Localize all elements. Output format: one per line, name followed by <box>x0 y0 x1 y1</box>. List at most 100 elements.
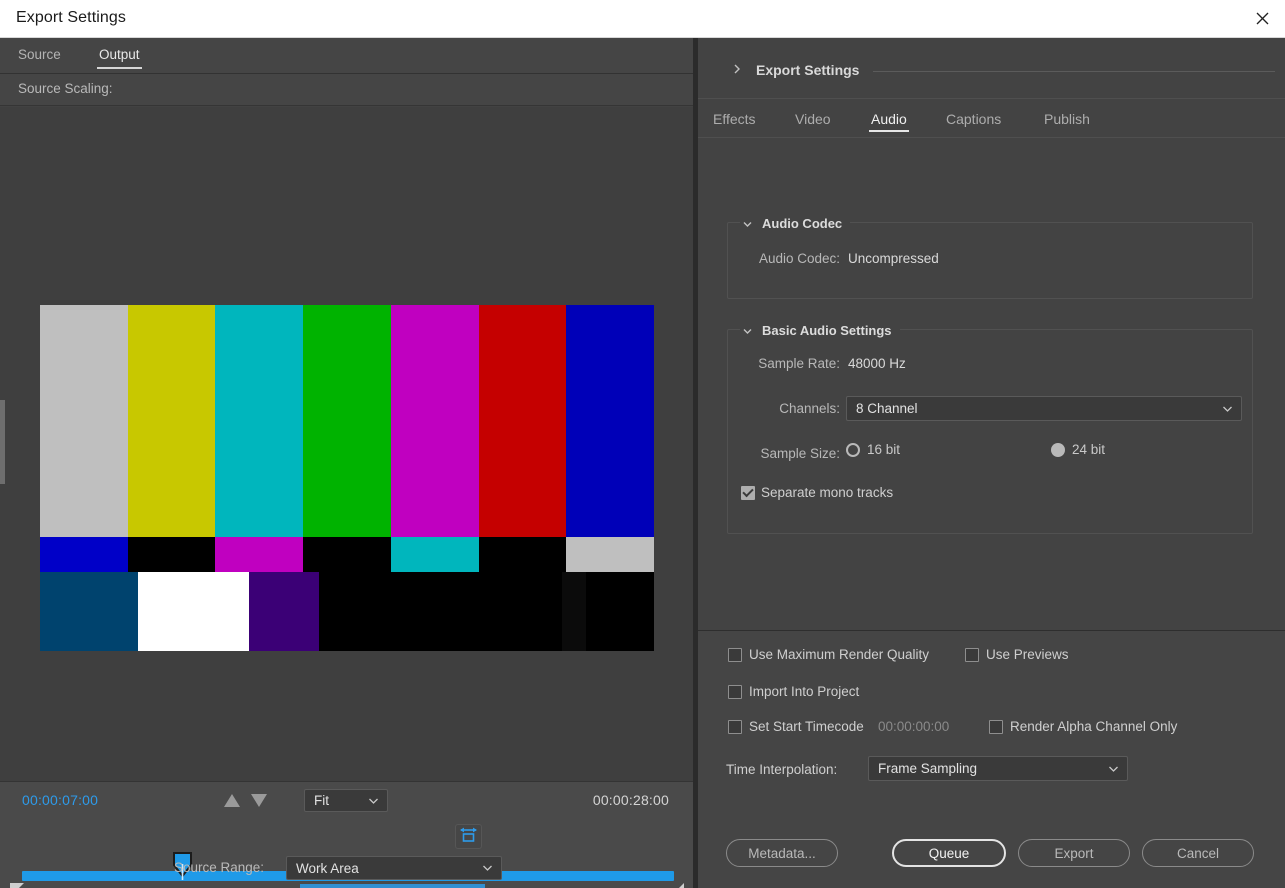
zoom-level-dropdown[interactable]: Fit <box>304 789 388 812</box>
bottom-edge-accent <box>300 884 485 888</box>
cancel-button[interactable]: Cancel <box>1142 839 1254 867</box>
checkbox-unchecked-icon <box>728 647 742 662</box>
work-area-start-handle[interactable] <box>10 883 24 888</box>
chevron-down-icon <box>1108 763 1119 774</box>
audio-codec-label: Audio Codec: <box>758 251 840 266</box>
color-bars-row-secondary <box>40 537 654 572</box>
header-rule <box>873 71 1275 72</box>
color-bar-cell <box>40 572 139 651</box>
checkbox-unchecked-icon <box>728 684 742 699</box>
channels-value: 8 Channel <box>856 401 918 416</box>
preview-canvas[interactable] <box>0 107 693 819</box>
tab-captions[interactable]: Captions <box>946 111 1001 127</box>
import-into-project-label: Import Into Project <box>749 684 860 699</box>
color-bar-cell <box>478 572 562 651</box>
radio-selected-icon <box>1051 442 1065 457</box>
tab-effects[interactable]: Effects <box>713 111 756 127</box>
preview-timeline: 00:00:07:00 00:00:28:00 Fit Source Range… <box>0 781 693 888</box>
source-range-dropdown[interactable]: Work Area <box>286 856 502 880</box>
current-timecode[interactable]: 00:00:07:00 <box>22 792 98 808</box>
audio-codec-value: Uncompressed <box>848 251 939 266</box>
set-out-point-icon[interactable] <box>251 794 267 807</box>
checkbox-unchecked-icon <box>965 647 979 662</box>
color-bar-cell <box>390 537 479 572</box>
start-timecode-value[interactable]: 00:00:00:00 <box>878 719 949 734</box>
basic-audio-section-title: Basic Audio Settings <box>762 322 892 338</box>
preview-pane: Source Output Source Scaling: Scale To F… <box>0 38 693 888</box>
source-range-label: Source Range: <box>174 860 265 875</box>
dialog-button-row: Metadata... Queue Export Cancel <box>698 839 1285 869</box>
export-button[interactable]: Export <box>1018 839 1130 867</box>
tab-output[interactable]: Output <box>97 47 142 69</box>
channels-label: Channels: <box>779 401 840 416</box>
queue-button[interactable]: Queue <box>892 839 1006 867</box>
source-range-value: Work Area <box>296 860 359 876</box>
color-bar-cell <box>561 572 587 651</box>
sample-rate-label: Sample Rate: <box>758 356 840 371</box>
color-bar-cell <box>390 305 479 537</box>
chevron-down-icon <box>742 218 753 229</box>
basic-audio-settings-section: Basic Audio Settings Sample Rate: 48000 … <box>727 321 1253 534</box>
checkbox-unchecked-icon <box>989 719 1003 734</box>
color-bar-cell <box>40 305 128 537</box>
set-in-point-icon[interactable] <box>224 794 240 807</box>
color-bar-cell <box>303 305 391 537</box>
color-bar-cell <box>566 537 654 572</box>
color-bar-cell <box>215 537 304 572</box>
color-bar-cell <box>303 537 391 572</box>
audio-codec-section-header[interactable]: Audio Codec <box>740 214 851 232</box>
checkbox-unchecked-icon <box>728 719 742 734</box>
channels-dropdown[interactable]: 8 Channel <box>846 396 1242 421</box>
fit-to-width-icon <box>459 826 478 848</box>
tab-audio[interactable]: Audio <box>869 111 909 132</box>
color-bar-cell <box>40 537 128 572</box>
use-previews-checkbox[interactable]: Use Previews <box>965 647 1069 662</box>
radio-16-bit[interactable]: 16 bit <box>846 442 900 457</box>
time-interpolation-label: Time Interpolation: <box>726 762 838 777</box>
separate-mono-tracks-checkbox[interactable]: Separate mono tracks <box>741 485 893 500</box>
separate-mono-tracks-label: Separate mono tracks <box>761 485 894 500</box>
color-bar-cell <box>127 305 216 537</box>
audio-codec-section-title: Audio Codec <box>762 215 843 231</box>
smpte-color-bars <box>40 305 654 651</box>
chevron-down-icon <box>368 795 379 806</box>
source-scaling-row: Source Scaling: <box>0 74 693 106</box>
work-area-end-handle[interactable] <box>670 883 684 888</box>
fit-to-width-button[interactable] <box>455 824 482 849</box>
color-bar-cell <box>215 305 304 537</box>
preview-scroll-handle[interactable] <box>0 400 5 484</box>
radio-24-bit-label: 24 bit <box>1072 442 1106 457</box>
sample-size-radio-group: 16 bit 24 bit <box>846 442 1246 464</box>
set-start-timecode-label: Set Start Timecode <box>749 719 864 734</box>
color-bar-cell <box>127 537 216 572</box>
zoom-level-value: Fit <box>314 793 329 808</box>
export-settings-window: Export Settings Source Output Source Sca… <box>0 0 1285 888</box>
time-interpolation-dropdown[interactable]: Frame Sampling <box>868 756 1128 781</box>
metadata-button[interactable]: Metadata... <box>726 839 838 867</box>
chevron-down-icon <box>742 325 753 336</box>
import-into-project-checkbox[interactable]: Import Into Project <box>728 684 859 699</box>
checkbox-checked-icon <box>741 485 755 500</box>
source-scaling-label: Source Scaling: <box>18 81 113 96</box>
chevron-right-icon[interactable] <box>731 62 743 74</box>
export-settings-header[interactable]: Export Settings <box>698 38 1285 98</box>
source-output-tabs: Source Output <box>0 38 693 74</box>
render-alpha-channel-only-checkbox[interactable]: Render Alpha Channel Only <box>989 719 1177 734</box>
radio-24-bit[interactable]: 24 bit <box>1051 442 1105 457</box>
duration-timecode[interactable]: 00:00:28:00 <box>593 792 669 808</box>
color-bar-cell <box>566 305 654 537</box>
color-bars-row-primary <box>40 305 654 537</box>
window-title: Export Settings <box>16 9 126 26</box>
set-start-timecode-checkbox[interactable]: Set Start Timecode <box>728 719 864 734</box>
use-maximum-render-quality-label: Use Maximum Render Quality <box>749 647 930 662</box>
close-icon[interactable] <box>1239 0 1285 37</box>
use-previews-label: Use Previews <box>986 647 1069 662</box>
tab-video[interactable]: Video <box>795 111 831 127</box>
tab-publish[interactable]: Publish <box>1044 111 1090 127</box>
window-title-bar: Export Settings <box>0 0 1285 38</box>
use-maximum-render-quality-checkbox[interactable]: Use Maximum Render Quality <box>728 647 929 662</box>
tab-source[interactable]: Source <box>18 47 61 62</box>
basic-audio-section-header[interactable]: Basic Audio Settings <box>740 321 900 339</box>
export-settings-tabs: Effects Video Audio Captions Publish <box>698 98 1285 138</box>
color-bar-cell <box>478 305 567 537</box>
